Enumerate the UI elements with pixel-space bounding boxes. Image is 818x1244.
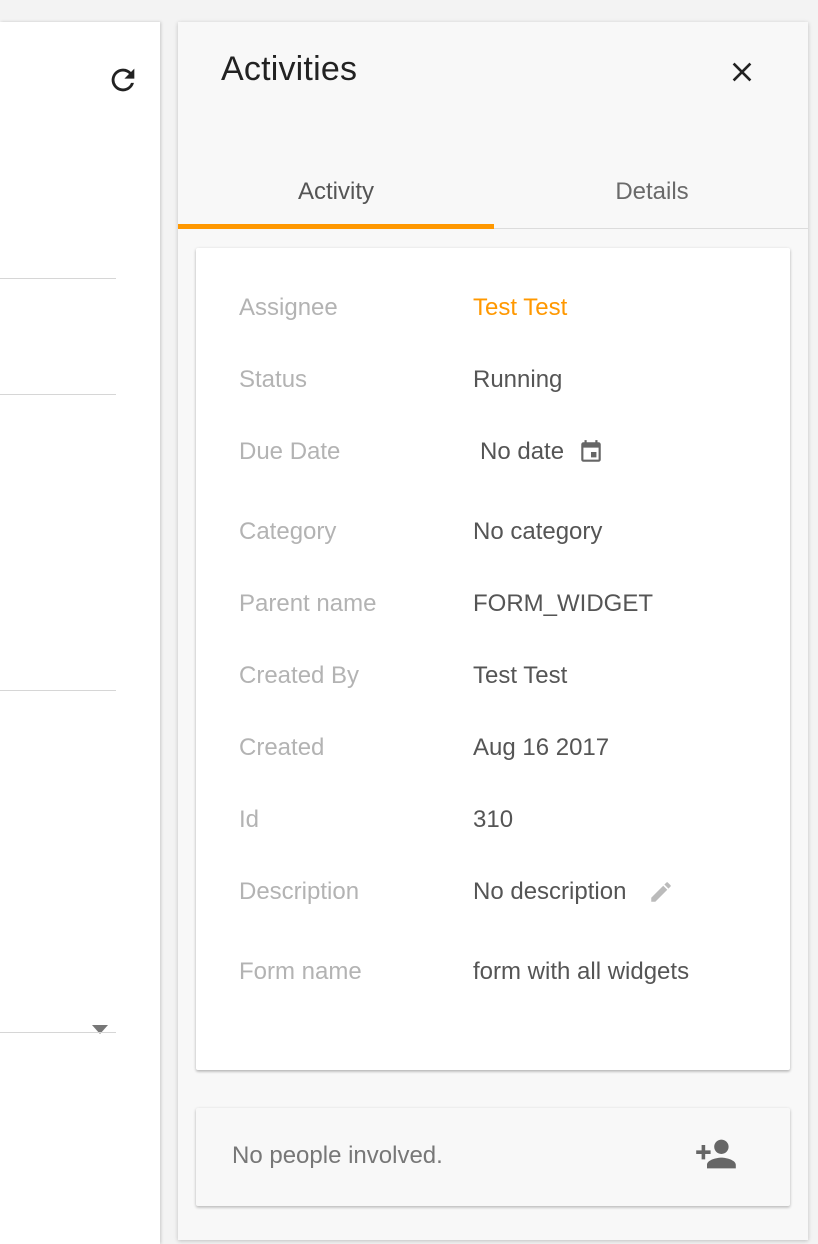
pencil-icon[interactable] bbox=[648, 879, 674, 905]
category-label: Category bbox=[239, 518, 337, 545]
row-status: Status Running bbox=[239, 366, 759, 406]
details-card: Assignee Test Test Status Running Due Da… bbox=[196, 248, 790, 1070]
active-tab-indicator bbox=[178, 224, 494, 229]
drawer-title: Activities bbox=[221, 50, 358, 88]
calendar-icon[interactable] bbox=[578, 439, 604, 465]
category-value: No category bbox=[473, 518, 603, 545]
row-created-by: Created By Test Test bbox=[239, 662, 759, 702]
description-text: No description bbox=[473, 878, 627, 905]
divider bbox=[0, 690, 116, 691]
close-icon[interactable] bbox=[726, 56, 758, 88]
people-empty-text: No people involved. bbox=[232, 1142, 443, 1169]
row-description: Description No description bbox=[239, 878, 759, 918]
row-id: Id 310 bbox=[239, 806, 759, 846]
created-by-label: Created By bbox=[239, 662, 360, 689]
assignee-value[interactable]: Test Test bbox=[473, 294, 567, 322]
id-label: Id bbox=[239, 806, 260, 833]
created-value: Aug 16 2017 bbox=[473, 734, 610, 761]
due-date-text: No date bbox=[480, 438, 565, 465]
refresh-icon[interactable] bbox=[106, 63, 140, 97]
due-date-value[interactable]: No date bbox=[480, 438, 604, 466]
form-name-value: form with all widgets bbox=[473, 958, 690, 985]
created-label: Created bbox=[239, 734, 325, 761]
status-value: Running bbox=[473, 366, 563, 393]
form-name-label: Form name bbox=[239, 958, 362, 985]
row-assignee: Assignee Test Test bbox=[239, 294, 759, 334]
row-form-name: Form name form with all widgets bbox=[239, 958, 759, 998]
parent-name-label: Parent name bbox=[239, 590, 377, 617]
divider bbox=[0, 278, 116, 279]
id-value: 310 bbox=[473, 806, 514, 833]
divider bbox=[0, 1032, 116, 1033]
due-date-label: Due Date bbox=[239, 438, 341, 465]
row-category: Category No category bbox=[239, 518, 759, 558]
status-label: Status bbox=[239, 366, 308, 393]
left-panel bbox=[0, 22, 160, 1244]
activities-drawer: Activities Activity Details Assignee Tes… bbox=[178, 22, 808, 1240]
tab-details[interactable]: Details bbox=[494, 156, 810, 228]
row-due-date: Due Date No date bbox=[239, 438, 759, 478]
parent-name-value: FORM_WIDGET bbox=[473, 590, 653, 617]
tab-activity[interactable]: Activity bbox=[178, 156, 494, 228]
row-created: Created Aug 16 2017 bbox=[239, 734, 759, 774]
row-parent-name: Parent name FORM_WIDGET bbox=[239, 590, 759, 630]
assignee-label: Assignee bbox=[239, 294, 338, 321]
person-add-icon[interactable] bbox=[694, 1136, 738, 1172]
tab-bar: Activity Details bbox=[178, 156, 808, 229]
description-label: Description bbox=[239, 878, 360, 905]
description-value[interactable]: No description bbox=[473, 878, 674, 906]
chevron-down-icon[interactable] bbox=[90, 1022, 110, 1036]
created-by-value: Test Test bbox=[473, 662, 568, 689]
people-card: No people involved. bbox=[196, 1108, 790, 1206]
divider bbox=[0, 394, 116, 395]
